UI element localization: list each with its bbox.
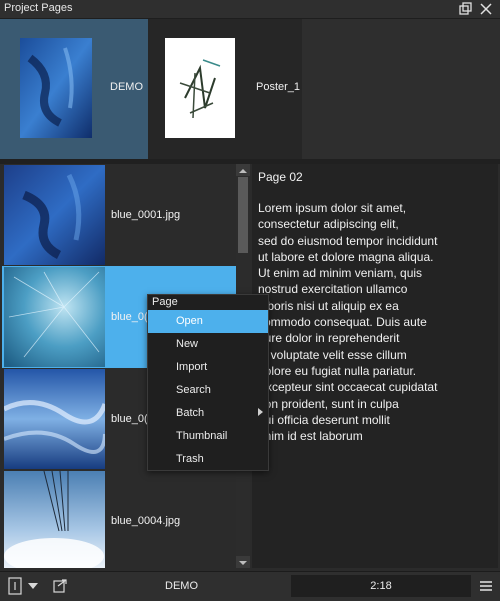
project-thumbnail (165, 38, 235, 138)
project-thumbnail (20, 38, 92, 138)
menu-item-open[interactable]: Open (148, 310, 268, 333)
page-thumbnail (4, 267, 105, 367)
empty-project-slot (302, 19, 500, 159)
menu-item-new[interactable]: New (148, 333, 268, 356)
page-row[interactable]: blue_0001.jpg (2, 164, 236, 266)
restore-icon[interactable] (459, 2, 473, 16)
page-thumbnail (4, 471, 105, 568)
page-row[interactable]: blue_0004.jpg (2, 470, 236, 568)
context-menu-title: Page (152, 296, 178, 308)
page-text-pane: Page 02 Lorem ipsum dolor sit amet, cons… (252, 164, 498, 568)
project-strip: DEMO Poster_1 (0, 19, 500, 159)
page-body-text[interactable]: Lorem ipsum dolor sit amet, consectetur … (258, 200, 494, 444)
scroll-up-icon[interactable] (236, 164, 250, 176)
project-label: Poster_1 (256, 81, 301, 93)
project-item-poster[interactable]: Poster_1 (148, 19, 302, 159)
page-filename: blue_0( (111, 413, 148, 425)
page-filename: blue_0( (111, 311, 148, 323)
page-counter[interactable]: 2:18 (291, 575, 471, 597)
title-bar: Project Pages (0, 0, 500, 19)
project-label: DEMO (110, 81, 143, 93)
footer-bar: DEMO 2:18 (0, 571, 500, 601)
menu-item-thumbnail[interactable]: Thumbnail (148, 425, 268, 448)
menu-item-batch[interactable]: Batch (148, 402, 268, 425)
menu-item-search[interactable]: Search (148, 379, 268, 402)
page-filename: blue_0001.jpg (111, 209, 181, 221)
menu-item-import[interactable]: Import (148, 356, 268, 379)
panel-title: Project Pages (4, 2, 73, 14)
current-project-name: DEMO (165, 580, 198, 592)
close-icon[interactable] (479, 2, 493, 16)
scrollbar-thumb[interactable] (238, 177, 248, 253)
hamburger-menu-icon[interactable] (478, 576, 494, 596)
page-context-menu: Page Open New Import Search Batch Thumbn… (147, 294, 269, 471)
page-thumbnail (4, 369, 105, 469)
export-icon[interactable] (52, 576, 68, 596)
page-filename: blue_0004.jpg (111, 515, 181, 527)
menu-item-trash[interactable]: Trash (148, 448, 268, 471)
dropdown-icon (28, 583, 38, 589)
page-view-icon[interactable] (7, 576, 43, 596)
submenu-arrow-icon (258, 408, 263, 416)
project-item-demo[interactable]: DEMO (0, 19, 148, 159)
page-title: Page 02 (258, 170, 303, 184)
scroll-down-icon[interactable] (236, 556, 250, 568)
page-thumbnail (4, 165, 105, 265)
